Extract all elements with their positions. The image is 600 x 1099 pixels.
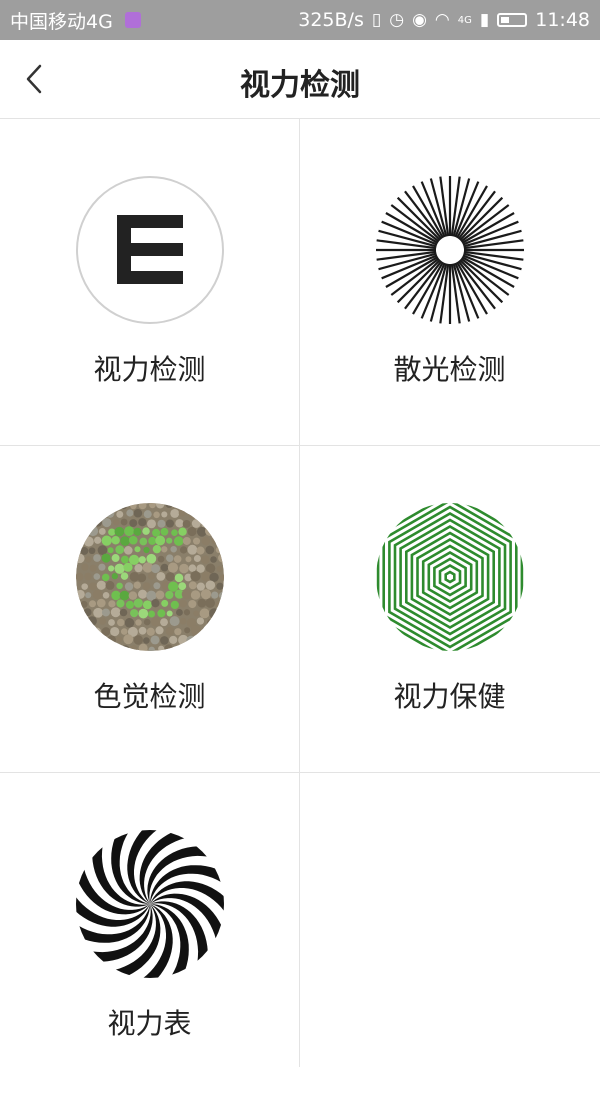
tile-vision-test[interactable]: 视力检测	[0, 118, 299, 445]
letter-e-icon	[76, 176, 224, 324]
status-bar: 中国移动4G 325B/s ▯ ◷ ◉ ◠ 4G ▮ 11:48	[0, 0, 600, 40]
tile-eye-care[interactable]: 视力保健	[300, 445, 599, 772]
network-type: 4G	[457, 14, 472, 26]
alarm-icon: ◷	[389, 10, 405, 30]
clock: 11:48	[535, 9, 590, 31]
tile-astigmatism-test[interactable]: 散光检测	[300, 118, 599, 445]
tile-label: 散光检测	[393, 353, 506, 386]
tile-eye-chart[interactable]: 视力表	[0, 772, 299, 1099]
wifi-icon: ◠	[434, 10, 450, 30]
astigmatism-starburst-icon	[376, 176, 524, 324]
vibrate-icon: ▯	[371, 10, 382, 30]
carrier-label: 中国移动4G	[10, 10, 113, 33]
battery-icon	[497, 13, 528, 27]
title-bar: 视力检测	[0, 40, 600, 118]
status-bar-left: 中国移动4G	[10, 7, 141, 34]
test-grid: 视力检测 散光检测 色觉检测 视力保健 视力表	[0, 118, 600, 1067]
tile-label: 视力保健	[393, 680, 506, 713]
eye-icon: ◉	[412, 10, 427, 30]
tile-color-vision-test[interactable]: 色觉检测	[0, 445, 299, 772]
tile-label: 色觉检测	[93, 680, 206, 713]
color-blind-plate-icon	[76, 503, 224, 651]
page-title: 视力检测	[240, 68, 360, 103]
tile-label: 视力检测	[93, 353, 206, 386]
tile-label: 视力表	[107, 1007, 192, 1040]
green-hexagon-tunnel-icon	[376, 503, 524, 651]
network-speed: 325B/s	[298, 9, 364, 31]
status-bar-right: 325B/s ▯ ◷ ◉ ◠ 4G ▮ 11:48	[298, 9, 590, 31]
notification-badge-icon	[124, 12, 141, 28]
black-white-spiral-icon	[76, 830, 224, 978]
signal-icon: ▮	[479, 10, 490, 30]
